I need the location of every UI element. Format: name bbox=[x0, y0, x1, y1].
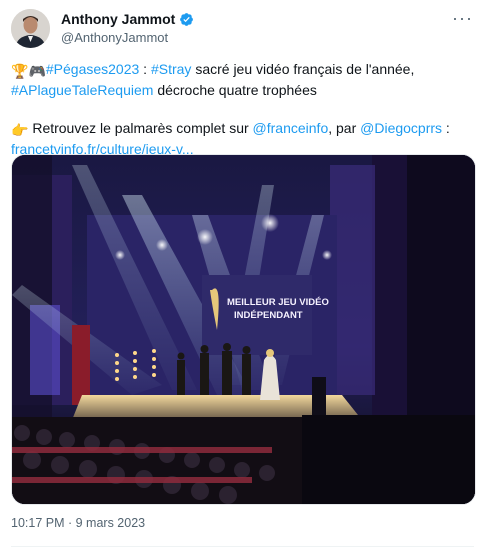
mention-franceinfo[interactable]: @franceinfo bbox=[253, 120, 329, 136]
tweet-text-fragment: Retrouvez le palmarès complet sur bbox=[28, 120, 253, 136]
tweet-text-fragment: , par bbox=[328, 120, 361, 136]
hashtag-stray[interactable]: #Stray bbox=[151, 61, 191, 77]
tweet-line-3: 👉 Retrouvez le palmarès complet sur @fra… bbox=[11, 119, 476, 140]
tweet-text: 🏆🎮#Pégases2023 : #Stray sacré jeu vidéo … bbox=[11, 60, 476, 159]
gamepad-icon: 🎮 bbox=[28, 63, 46, 79]
tweet-text-fragment: sacré jeu vidéo français de l'année, bbox=[191, 61, 415, 77]
trophy-icon: 🏆 bbox=[11, 63, 29, 79]
verified-badge-icon bbox=[180, 12, 194, 26]
tweet-date: 9 mars 2023 bbox=[75, 516, 146, 530]
hashtag-aplaguetalerequiem[interactable]: #APlagueTaleRequiem bbox=[11, 82, 153, 98]
hashtag-pegases2023[interactable]: #Pégases2023 bbox=[46, 61, 139, 77]
tweet-line-2: #APlagueTaleRequiem décroche quatre trop… bbox=[11, 81, 476, 100]
tweet-photo[interactable]: MEILLEUR JEU VIDÉO INDÉPENDANT bbox=[11, 154, 476, 505]
tweet-text-fragment: : bbox=[442, 120, 450, 136]
divider bbox=[11, 546, 474, 547]
tweet-text-fragment: : bbox=[139, 61, 151, 77]
author-name[interactable]: Anthony Jammot bbox=[61, 11, 175, 27]
more-options-icon[interactable]: ··· bbox=[452, 8, 473, 29]
tweet-time: 10:17 PM bbox=[11, 516, 65, 530]
screen-text-line1: MEILLEUR JEU VIDÉO bbox=[227, 297, 329, 308]
meta-separator: · bbox=[64, 516, 76, 530]
author-name-row: Anthony Jammot bbox=[61, 11, 194, 27]
awards-stage-photo: MEILLEUR JEU VIDÉO INDÉPENDANT bbox=[12, 155, 475, 504]
screen-text-line2: INDÉPENDANT bbox=[234, 310, 303, 321]
pointing-hand-icon: 👉 bbox=[11, 122, 29, 138]
tweet-line-1: 🏆🎮#Pégases2023 : #Stray sacré jeu vidéo … bbox=[11, 60, 476, 81]
tweet-card: Anthony Jammot @AnthonyJammot ··· 🏆🎮#Pég… bbox=[0, 0, 485, 551]
tweet-timestamp[interactable]: 10:17 PM · 9 mars 2023 bbox=[11, 516, 145, 530]
author-handle[interactable]: @AnthonyJammot bbox=[61, 30, 168, 45]
author-avatar[interactable] bbox=[11, 9, 50, 48]
tweet-text-fragment: décroche quatre trophées bbox=[153, 82, 317, 98]
mention-diegocprrs[interactable]: @Diegocprrs bbox=[360, 120, 442, 136]
person-photo-icon bbox=[11, 9, 50, 48]
